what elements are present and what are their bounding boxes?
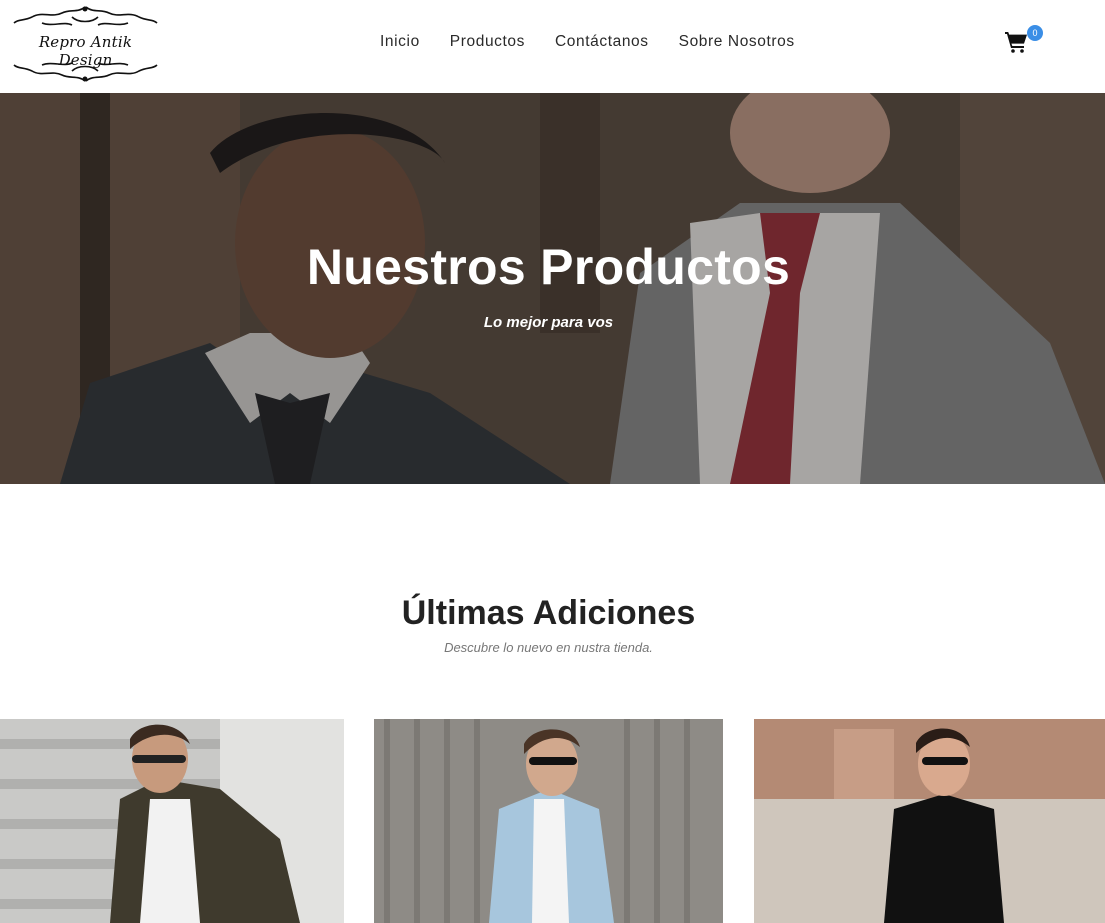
section-subtitle: Descubre lo nuevo en nustra tienda.	[444, 640, 653, 655]
nav-contactanos[interactable]: Contáctanos	[555, 33, 649, 51]
nav-productos[interactable]: Productos	[450, 33, 525, 51]
hero-title: Nuestros Productos	[306, 239, 791, 295]
shopping-cart-icon	[1005, 32, 1027, 53]
site-header: Repro Antik Design Inicio Productos Cont…	[0, 0, 1105, 93]
brand-logo[interactable]: Repro Antik Design	[12, 3, 159, 85]
cart-count-badge: 0	[1027, 25, 1043, 41]
product-card[interactable]	[374, 719, 723, 923]
main-nav: Inicio Productos Contáctanos Sobre Nosot…	[380, 33, 795, 51]
product-card[interactable]	[0, 719, 344, 923]
hero-banner: Nuestros Productos Lo mejor para vos	[0, 93, 1105, 484]
cart-button[interactable]: 0	[1004, 25, 1043, 58]
hero-subtitle: Lo mejor para vos	[483, 314, 614, 331]
brand-name: Repro Antik Design	[38, 33, 133, 69]
product-image	[374, 719, 723, 923]
nav-sobre-nosotros[interactable]: Sobre Nosotros	[679, 33, 795, 51]
product-image	[754, 719, 1105, 923]
section-title: Últimas Adiciones	[401, 594, 696, 632]
nav-inicio[interactable]: Inicio	[380, 33, 420, 51]
product-card[interactable]	[754, 719, 1105, 923]
product-image	[0, 719, 344, 923]
